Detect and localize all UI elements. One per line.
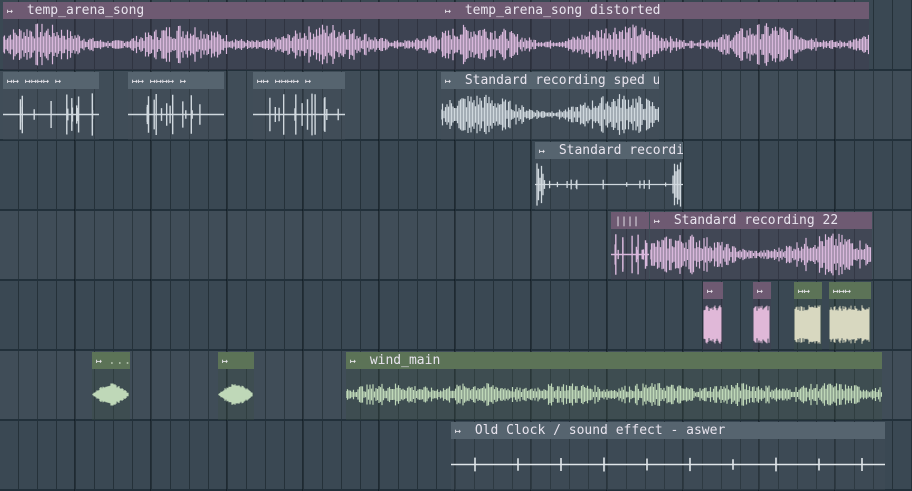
arrow-to-bar-icon: |||| bbox=[615, 216, 640, 227]
clip-header[interactable]: ↦ Standard recording sped up bbox=[441, 72, 659, 89]
arrow-to-bar-icon: ↦ bbox=[445, 6, 452, 17]
clip-waveform bbox=[451, 457, 885, 472]
clip-waveform bbox=[650, 233, 872, 276]
clip-label: ...n bbox=[108, 353, 130, 368]
clip-label: temp_arena_song bbox=[26, 3, 145, 18]
audio-clip[interactable]: ↦ bbox=[703, 282, 723, 350]
audio-clip[interactable]: ↦ ...n bbox=[92, 352, 130, 420]
clip-waveform bbox=[753, 305, 770, 344]
arrow-to-bar-icon: ↦↦ ↦↦↦↦ ↦ bbox=[257, 76, 312, 87]
arrow-to-bar-icon: ↦ bbox=[350, 356, 357, 367]
waveform-path bbox=[611, 234, 649, 275]
waveform-path bbox=[92, 383, 129, 406]
audio-clip[interactable]: ↦ temp_arena_song distorted bbox=[441, 2, 869, 70]
audio-clip[interactable]: ↦↦ ↦↦↦↦ ↦ bbox=[253, 72, 345, 140]
clip-waveform bbox=[703, 305, 722, 344]
arrow-to-bar-icon: ↦ bbox=[455, 426, 462, 437]
clip-header[interactable]: ↦ wind_main bbox=[346, 352, 882, 369]
clip-label: Standard recording sped up bbox=[464, 73, 659, 88]
clip-waveform bbox=[829, 305, 870, 344]
clip-waveform bbox=[3, 23, 441, 66]
audio-clip[interactable]: ↦ temp_arena_song bbox=[3, 2, 441, 70]
clip-waveform bbox=[535, 162, 683, 207]
audio-clip[interactable]: ↦ wind_main bbox=[346, 352, 882, 420]
audio-clip[interactable]: ↦↦ ↦↦↦↦ ↦ bbox=[128, 72, 224, 140]
audio-clip[interactable]: ↦ Standard recording 22 bbox=[650, 212, 872, 280]
track-separator bbox=[0, 209, 912, 211]
arrow-to-bar-icon: ↦↦ bbox=[798, 286, 811, 297]
clip-waveform bbox=[218, 384, 253, 405]
audio-clip[interactable]: ↦↦ bbox=[794, 282, 822, 350]
waveform-path bbox=[753, 305, 770, 344]
clip-header[interactable]: ↦↦ ↦↦↦↦ ↦ bbox=[3, 72, 99, 89]
clip-header[interactable]: ↦ bbox=[703, 282, 723, 299]
clip-label: Standard recording 15 bbox=[558, 143, 683, 158]
audio-clip[interactable]: ↦↦↦ bbox=[829, 282, 871, 350]
audio-clip[interactable]: ↦ bbox=[218, 352, 254, 420]
clip-label: wind_main bbox=[369, 353, 441, 368]
waveform-path bbox=[829, 305, 870, 344]
waveform-path bbox=[451, 457, 885, 472]
clip-header[interactable]: |||| bbox=[611, 212, 649, 229]
arrow-to-bar-icon: ↦ bbox=[445, 76, 452, 87]
waveform-path bbox=[3, 93, 99, 136]
waveform-path bbox=[650, 233, 872, 276]
track-3[interactable] bbox=[0, 140, 912, 210]
clip-header[interactable]: ↦ Old Clock / sound effect - aswer bbox=[451, 422, 885, 439]
clip-waveform bbox=[441, 94, 659, 135]
arrow-to-bar-icon: ↦ bbox=[654, 216, 661, 227]
arrow-to-bar-icon: ↦ bbox=[539, 146, 546, 157]
audio-clip[interactable]: ↦ Standard recording sped up bbox=[441, 72, 659, 140]
clip-header[interactable]: ↦ Standard recording 22 bbox=[650, 212, 872, 229]
waveform-path bbox=[441, 94, 659, 135]
audio-clip[interactable]: ↦ bbox=[753, 282, 771, 350]
audio-clip[interactable]: ↦↦ ↦↦↦↦ ↦ bbox=[3, 72, 99, 140]
waveform-path bbox=[535, 162, 683, 207]
arrow-to-bar-icon: ↦ bbox=[222, 356, 229, 367]
waveform-path bbox=[346, 383, 882, 406]
clip-header[interactable]: ↦↦ ↦↦↦↦ ↦ bbox=[128, 72, 224, 89]
clip-header[interactable]: ↦ Standard recording 15 bbox=[535, 142, 683, 159]
waveform-path bbox=[441, 23, 869, 66]
audio-clip[interactable]: |||| bbox=[611, 212, 649, 280]
audio-clip[interactable]: ↦ Old Clock / sound effect - aswer bbox=[451, 422, 885, 490]
waveform-path bbox=[218, 384, 253, 405]
waveform-path bbox=[253, 93, 345, 136]
clip-label: Standard recording 22 bbox=[673, 213, 839, 228]
clip-header[interactable]: ↦↦ ↦↦↦↦ ↦ bbox=[253, 72, 345, 89]
clip-header[interactable]: ↦ ...n bbox=[92, 352, 130, 369]
clip-waveform bbox=[346, 383, 882, 406]
clip-header[interactable]: ↦ temp_arena_song distorted bbox=[441, 2, 869, 19]
clip-waveform bbox=[441, 23, 869, 66]
clip-waveform bbox=[92, 383, 129, 406]
arrow-to-bar-icon: ↦ bbox=[707, 286, 714, 297]
clip-label: temp_arena_song distorted bbox=[464, 3, 661, 18]
clip-waveform bbox=[794, 305, 821, 344]
clip-header[interactable]: ↦ bbox=[753, 282, 771, 299]
arrow-to-bar-icon: ↦↦ ↦↦↦↦ ↦ bbox=[7, 76, 62, 87]
clip-waveform bbox=[253, 93, 345, 136]
waveform-path bbox=[703, 305, 722, 344]
track-separator bbox=[0, 349, 912, 351]
arrow-to-bar-icon: ↦ bbox=[757, 286, 764, 297]
clip-header[interactable]: ↦↦↦ bbox=[829, 282, 871, 299]
clip-waveform bbox=[3, 93, 99, 136]
arrow-to-bar-icon: ↦↦ ↦↦↦↦ ↦ bbox=[132, 76, 187, 87]
playlist-area[interactable]: ↦ temp_arena_song ↦ temp_arena_song dist… bbox=[0, 0, 912, 491]
clip-header[interactable]: ↦ temp_arena_song bbox=[3, 2, 441, 19]
track-5[interactable] bbox=[0, 280, 912, 350]
waveform-path bbox=[3, 23, 441, 66]
clip-waveform bbox=[128, 94, 224, 135]
clip-label: Old Clock / sound effect - aswer bbox=[474, 423, 726, 438]
clip-header[interactable]: ↦↦ bbox=[794, 282, 822, 299]
waveform-path bbox=[794, 305, 821, 344]
arrow-to-bar-icon: ↦ bbox=[96, 356, 103, 367]
waveform-path bbox=[128, 94, 224, 135]
clip-waveform bbox=[611, 234, 649, 275]
arrow-to-bar-icon: ↦ bbox=[7, 6, 14, 17]
clip-header[interactable]: ↦ bbox=[218, 352, 254, 369]
arrow-to-bar-icon: ↦↦↦ bbox=[833, 286, 852, 297]
audio-clip[interactable]: ↦ Standard recording 15 bbox=[535, 142, 683, 210]
